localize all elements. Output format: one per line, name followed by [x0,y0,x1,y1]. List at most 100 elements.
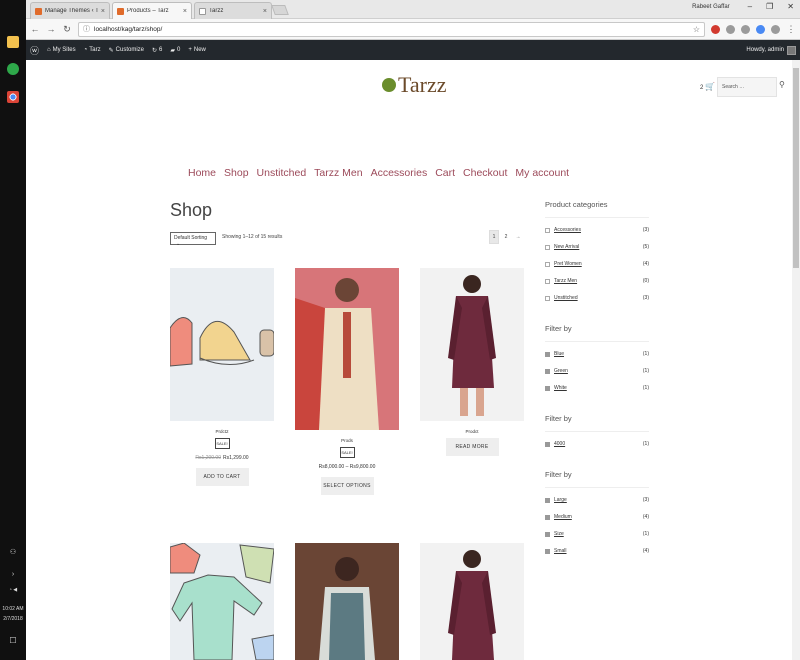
app-icon[interactable] [7,63,19,75]
filter-link[interactable]: 4000 [554,441,641,447]
product-image[interactable] [170,268,274,421]
category-link[interactable]: Unstitched [554,295,641,301]
account-menu[interactable]: Howdy, admin [746,45,796,55]
people-icon[interactable]: ⚇ [1,548,25,556]
filter-item[interactable]: Green (1) [545,368,649,374]
chevron-up-icon[interactable]: › [1,571,25,578]
filter-item[interactable]: 4000 (1) [545,441,649,447]
category-item[interactable]: Unstitched (3) [545,295,649,301]
site-logo[interactable]: Tarzz [382,72,447,98]
tab-manage-themes[interactable]: Manage Themes ‹ Tarz · × [30,2,110,19]
search-input[interactable]: Search … [717,77,777,97]
header-cart[interactable]: 2 🛒 [700,82,715,91]
close-window-icon[interactable]: ✕ [787,2,794,11]
filter-link[interactable]: Blue [554,351,641,357]
product-image[interactable] [420,543,524,660]
profile-name[interactable]: Rabeet Gaffar [692,4,730,10]
checkbox[interactable] [545,261,550,267]
add-to-cart-button[interactable]: ADD TO CART [195,468,249,486]
extension-icon[interactable] [726,24,735,34]
category-link[interactable]: Pret Women [554,261,641,267]
product-image[interactable] [295,543,399,660]
product-image[interactable] [295,268,399,430]
nav-accessories[interactable]: Accessories [371,167,428,179]
filter-item[interactable]: Medium (4) [545,514,649,520]
network-icon[interactable]: ◔ ◀ [1,587,25,593]
checkbox[interactable] [545,531,550,537]
filter-link[interactable]: White [554,385,641,391]
filter-link[interactable]: Green [554,368,641,374]
checkbox[interactable] [545,441,550,447]
product-name[interactable]: Prdct2 [170,429,274,434]
category-link[interactable]: New Arrival [554,244,641,250]
comments-link[interactable]: ▰ 0 [170,47,180,54]
site-name-link[interactable]: ◔ Tarz [84,47,101,53]
tab-products[interactable]: Products – Tarz × [112,2,192,19]
nav-checkout[interactable]: Checkout [463,167,507,179]
chrome-icon[interactable] [7,91,19,103]
filter-item[interactable]: Size (1) [545,531,649,537]
product-name[interactable]: Prodct [420,429,524,434]
checkbox[interactable] [545,295,550,301]
checkbox[interactable] [545,514,550,520]
product-image[interactable] [420,268,524,421]
address-bar[interactable]: ⓘ localhost/kag/tarz/shop/ ☆ [78,21,705,37]
clock-date[interactable]: 2/7/2018 [1,616,25,622]
close-tab-icon[interactable]: × [183,8,187,15]
my-sites-link[interactable]: ⌂ My Sites [47,47,76,53]
checkbox[interactable] [545,351,550,357]
minimize-icon[interactable]: – [748,2,752,11]
category-item[interactable]: Pret Women (4) [545,261,649,267]
checkbox[interactable] [545,227,550,233]
checkbox[interactable] [545,278,550,284]
file-explorer-icon[interactable] [7,36,19,48]
nav-my-account[interactable]: My account [515,167,569,179]
category-item[interactable]: Accessories (3) [545,227,649,233]
product-image[interactable] [170,543,274,660]
filter-item[interactable]: Blue (1) [545,351,649,357]
updates-link[interactable]: ↻ 6 [152,47,162,54]
checkbox[interactable] [545,244,550,250]
filter-link[interactable]: Large [554,497,641,503]
sort-select[interactable]: Default Sorting ⌄ [170,232,216,247]
nav-home[interactable]: Home [188,167,216,179]
filter-item[interactable]: Large (3) [545,497,649,503]
checkbox[interactable] [545,548,550,554]
filter-link[interactable]: Small [554,548,641,554]
page-2[interactable]: 2 [501,230,511,244]
filter-link[interactable]: Size [554,531,641,537]
bookmark-star-icon[interactable]: ☆ [693,25,700,34]
page-scrollbar[interactable] [792,60,800,660]
back-icon[interactable]: ← [30,24,40,34]
extension-icon[interactable] [711,24,720,34]
nav-unstitched[interactable]: Unstitched [257,167,307,179]
checkbox[interactable] [545,368,550,374]
tab-tarzz[interactable]: Tarzz × [194,2,272,19]
notification-icon[interactable]: ☐ [1,636,25,645]
forward-icon[interactable]: → [46,24,56,34]
wordpress-logo-icon[interactable]: ⓦ [30,44,39,57]
next-page[interactable]: → [513,230,523,244]
new-tab-button[interactable] [271,5,289,15]
filter-item[interactable]: Small (4) [545,548,649,554]
extension-icon[interactable] [756,24,765,34]
extension-icon[interactable] [771,24,780,34]
scrollbar-thumb[interactable] [793,68,799,268]
nav-cart[interactable]: Cart [435,167,455,179]
reload-icon[interactable]: ↻ [62,24,72,35]
category-item[interactable]: New Arrival (5) [545,244,649,250]
search-icon[interactable]: ⚲ [779,80,785,89]
category-item[interactable]: Tarzz Men (0) [545,278,649,284]
close-tab-icon[interactable]: × [101,8,105,15]
customize-link[interactable]: ✎ Customize [109,47,144,54]
product-name[interactable]: Prods [295,438,399,443]
filter-link[interactable]: Medium [554,514,641,520]
menu-icon[interactable]: ⋮ [786,24,796,35]
read-more-button[interactable]: READ MORE [445,438,499,456]
nav-tarzz-men[interactable]: Tarzz Men [314,167,362,179]
restore-icon[interactable]: ❐ [766,2,773,11]
filter-item[interactable]: White (1) [545,385,649,391]
clock-time[interactable]: 10:02 AM [1,606,25,612]
new-content-link[interactable]: + New [188,47,206,53]
category-link[interactable]: Accessories [554,227,641,233]
